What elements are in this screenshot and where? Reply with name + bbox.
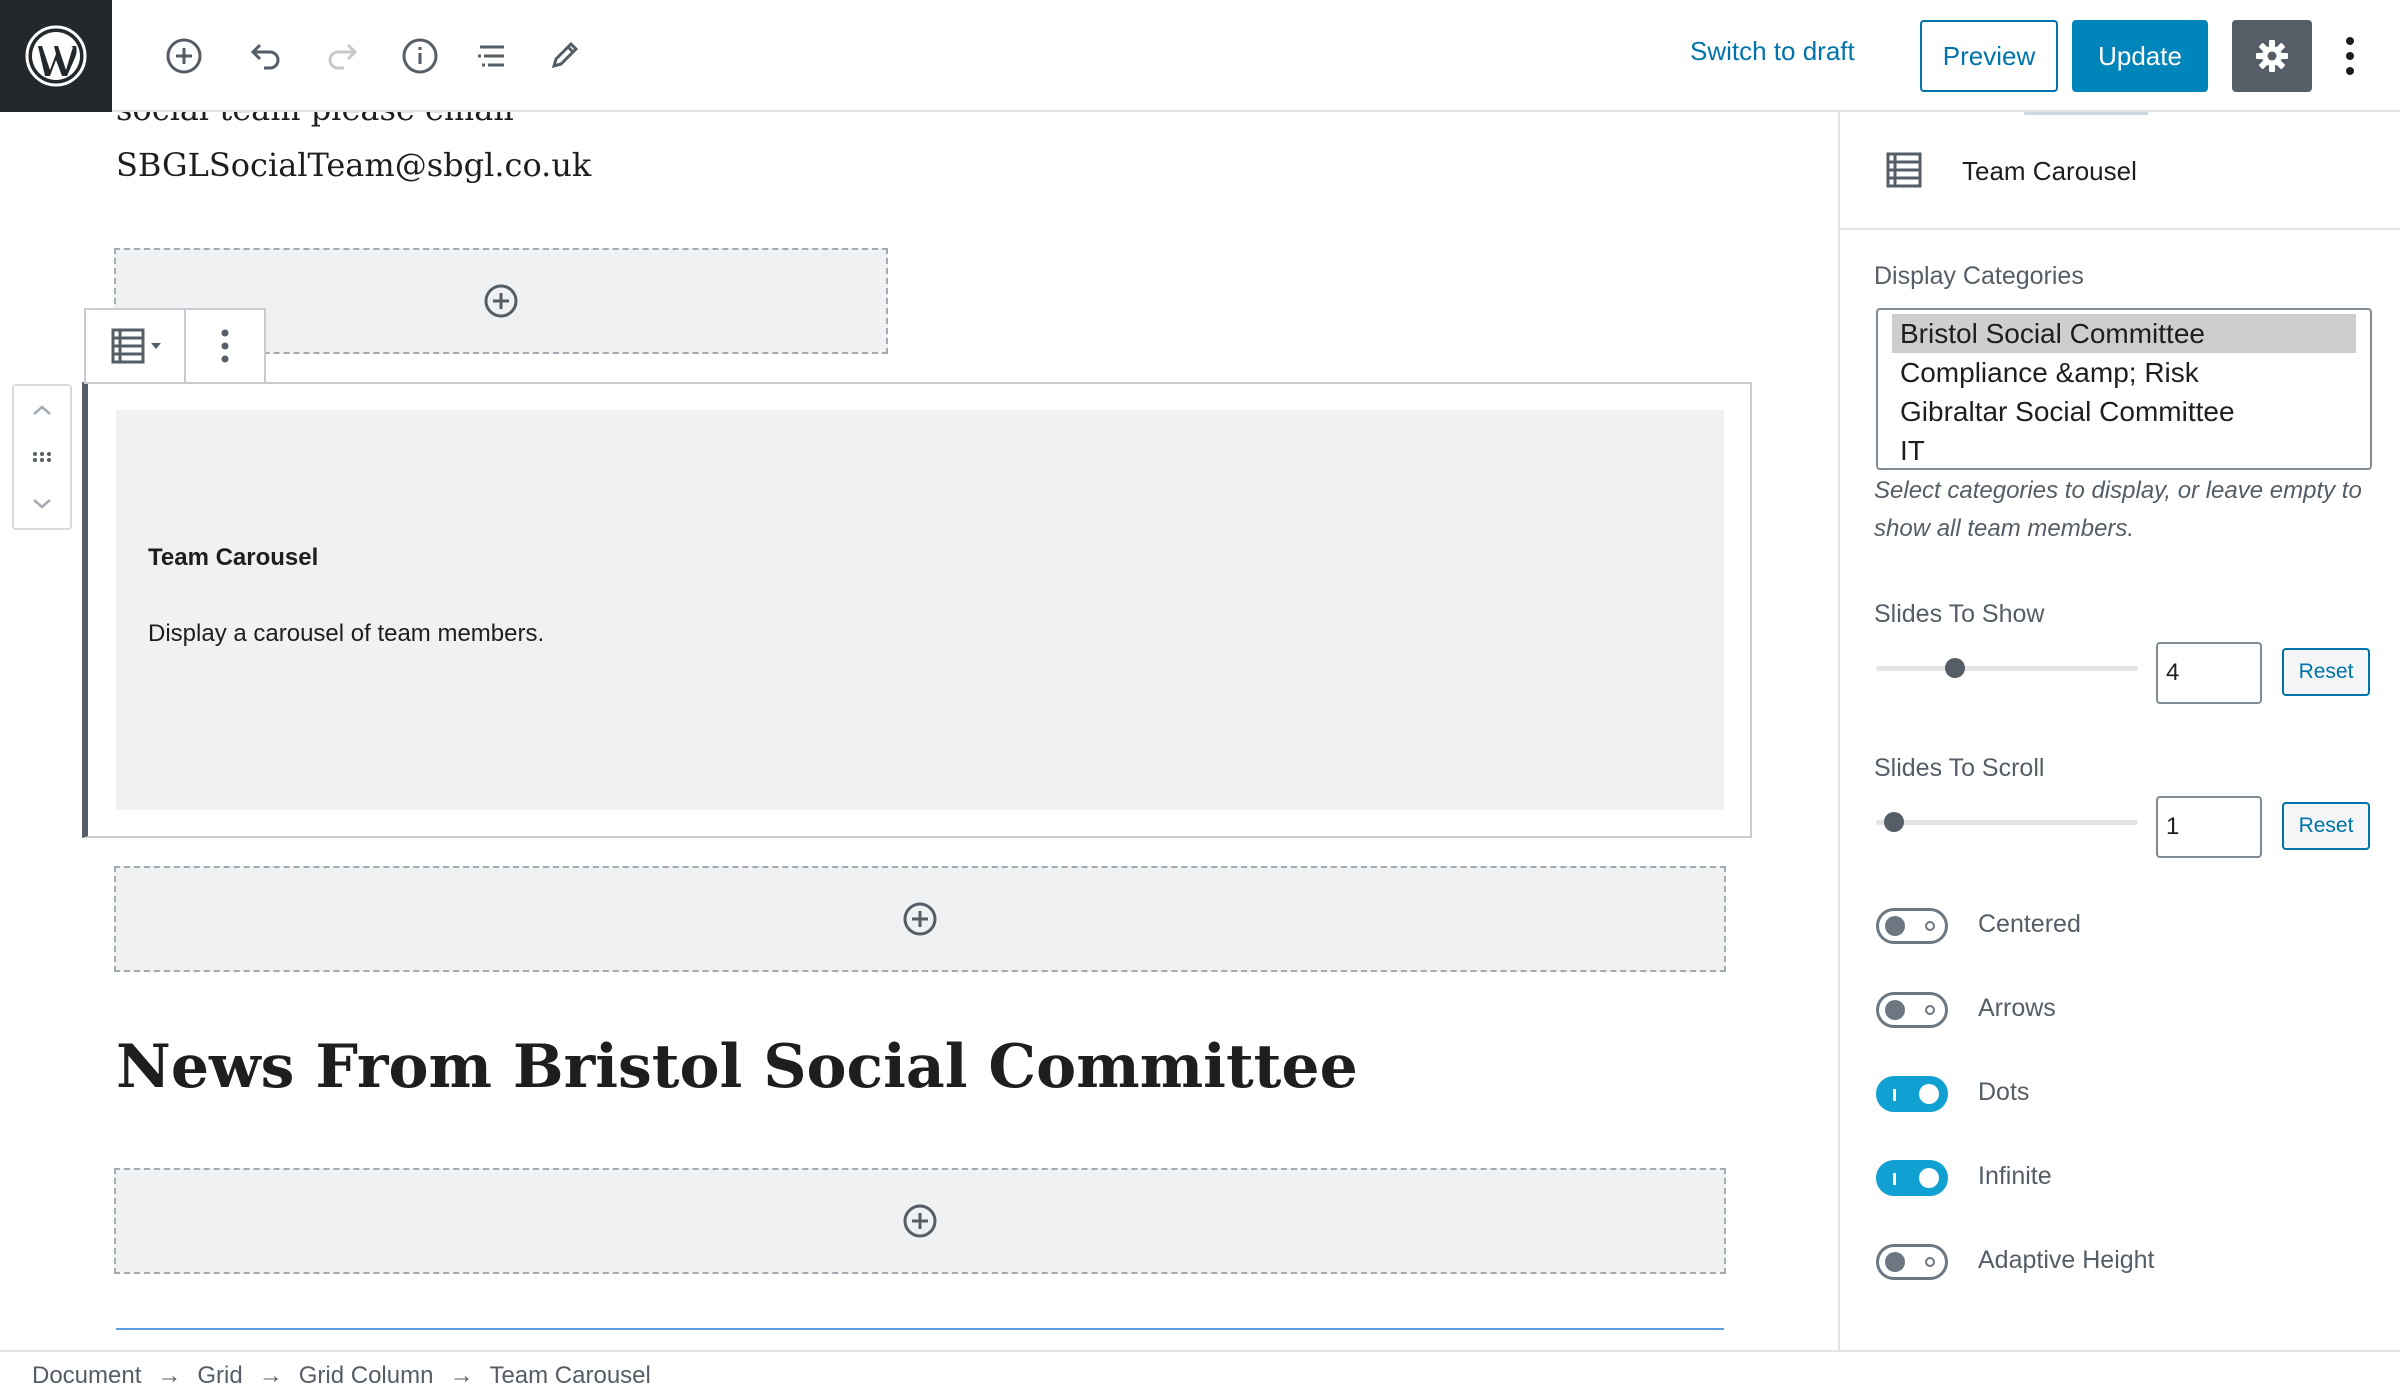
paragraph-email[interactable]: SBGLSocialTeam@sbgl.co.uk [116, 146, 591, 184]
toggle-label: Arrows [1978, 994, 2056, 1022]
block-card-title: Team Carousel [1962, 156, 2137, 186]
add-block-icon [484, 284, 518, 318]
toggle-switch[interactable] [1876, 1160, 1948, 1196]
settings-button[interactable] [2232, 20, 2312, 92]
block-appender[interactable] [114, 866, 1726, 972]
list-block-icon [1884, 150, 1924, 195]
toggle-label: Adaptive Height [1978, 1246, 2155, 1274]
update-button[interactable]: Update [2072, 20, 2208, 92]
switch-to-draft-link[interactable]: Switch to draft [1690, 36, 1855, 67]
add-block-icon [903, 902, 937, 936]
slides-to-show-reset-button[interactable]: Reset [2282, 648, 2370, 696]
add-block-icon [903, 1204, 937, 1238]
slides-to-scroll-input[interactable] [2156, 796, 2262, 858]
block-more-options[interactable] [186, 310, 264, 382]
slider-thumb[interactable] [1884, 812, 1905, 832]
outline-icon[interactable] [466, 30, 518, 82]
slides-to-show-input[interactable] [2156, 642, 2262, 704]
block-type-switcher[interactable] [86, 310, 186, 382]
breadcrumb: Document → Grid → Grid Column → Team Car… [0, 1350, 2400, 1400]
toggle-label: Infinite [1978, 1162, 2052, 1190]
chevron-down-icon[interactable] [31, 497, 53, 511]
categories-help-text: Select categories to display, or leave e… [1874, 477, 2362, 542]
slides-to-scroll-reset-button[interactable]: Reset [2282, 802, 2370, 850]
slides-to-show-label: Slides To Show [1874, 600, 2045, 628]
category-option[interactable]: Gibraltar Social Committee [1892, 392, 2356, 431]
drag-handle-icon[interactable] [31, 450, 53, 464]
block-card: Team Carousel [1840, 114, 2400, 230]
add-block-icon[interactable] [158, 30, 210, 82]
slides-to-show-slider[interactable] [1876, 658, 2138, 678]
slides-to-scroll-label: Slides To Scroll [1874, 754, 2045, 782]
placeholder-description: Display a carousel of team members. [148, 620, 545, 647]
display-categories-select[interactable]: Bristol Social Committee Compliance &amp… [1876, 308, 2372, 470]
chevron-up-icon[interactable] [31, 403, 53, 417]
preview-button[interactable]: Preview [1920, 20, 2058, 92]
undo-icon[interactable] [238, 30, 290, 82]
breadcrumb-item[interactable]: Team Carousel [489, 1362, 650, 1390]
next-block-edge [116, 1328, 1724, 1330]
breadcrumb-arrow-icon: → [157, 1362, 182, 1389]
slides-to-scroll-slider[interactable] [1876, 812, 2138, 832]
slider-thumb[interactable] [1944, 658, 1965, 678]
more-options-button[interactable] [2330, 30, 2370, 82]
placeholder-title: Team Carousel [148, 544, 319, 571]
settings-sidebar: Team Carousel Display Categories Bristol… [1838, 112, 2400, 1350]
display-categories-label: Display Categories [1874, 262, 2084, 290]
toggle-label: Centered [1978, 910, 2081, 938]
toggle-switch[interactable] [1876, 1076, 1948, 1112]
more-vertical-icon [221, 329, 229, 363]
toggle-switch[interactable] [1876, 992, 1948, 1028]
toggle-switch[interactable] [1876, 1244, 1948, 1280]
breadcrumb-arrow-icon: → [449, 1362, 474, 1389]
category-option[interactable]: Compliance &amp; Risk [1892, 353, 2356, 392]
gear-icon [2256, 40, 2288, 72]
breadcrumb-item[interactable]: Document [32, 1362, 141, 1390]
block-appender[interactable] [114, 1168, 1726, 1274]
wordpress-logo-icon[interactable] [0, 0, 112, 112]
info-icon[interactable] [394, 30, 446, 82]
breadcrumb-item[interactable]: Grid Column [299, 1362, 434, 1390]
breadcrumb-arrow-icon: → [258, 1362, 283, 1389]
editor-canvas: social team please email SBGLSocialTeam@… [0, 112, 1838, 1350]
block-toolbar [84, 308, 266, 384]
more-vertical-icon [2346, 37, 2354, 75]
edit-icon[interactable] [538, 30, 590, 82]
paragraph-text[interactable]: social team please email [116, 112, 514, 128]
team-carousel-placeholder[interactable]: Team Carousel Display a carousel of team… [116, 410, 1724, 810]
toggle-label: Dots [1978, 1078, 2030, 1106]
list-block-icon [111, 328, 161, 364]
category-option[interactable]: Bristol Social Committee [1892, 314, 2356, 353]
block-mover [12, 384, 72, 530]
heading-block[interactable]: News From Bristol Social Committee [116, 1032, 1358, 1102]
editor-header: Switch to draft Preview Update [0, 0, 2400, 112]
breadcrumb-item[interactable]: Grid [197, 1362, 242, 1390]
category-option[interactable]: IT [1892, 431, 2356, 468]
toggle-switch[interactable] [1876, 908, 1948, 944]
redo-icon[interactable] [318, 30, 370, 82]
